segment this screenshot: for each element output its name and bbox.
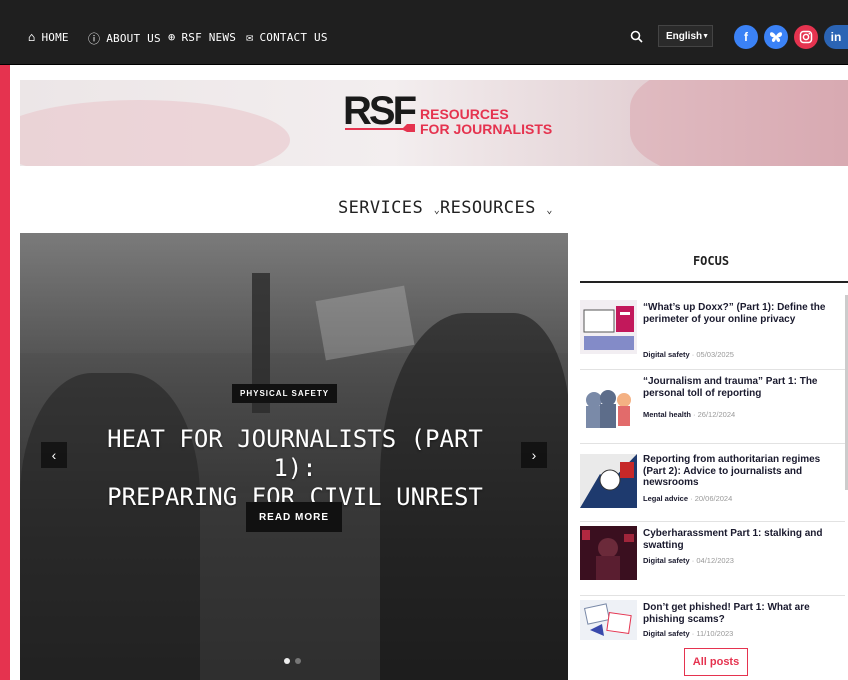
linkedin-glyph: in — [830, 30, 842, 44]
slider-dot-2[interactable] — [295, 658, 301, 664]
hero-title[interactable]: HEAT FOR JOURNALISTS (PART 1): PREPARING… — [80, 425, 510, 512]
focus-post[interactable]: Cyberharassment Part 1: stalking and swa… — [580, 526, 845, 596]
menu-services[interactable]: SERVICES ⌄ — [338, 198, 440, 218]
linkedin-icon[interactable]: in — [824, 25, 848, 49]
menu-resources[interactable]: RESOURCES ⌄ — [440, 198, 553, 218]
nav-contact-label: CONTACT US — [259, 30, 328, 44]
post-thumbnail — [580, 300, 637, 354]
instagram-icon[interactable] — [794, 25, 818, 49]
post-category: Mental health — [643, 410, 691, 419]
nav-home-link[interactable]: ⌂ HOME — [28, 30, 69, 44]
post-date: 04/12/2023 — [696, 556, 734, 565]
focus-title: FOCUS — [692, 254, 730, 268]
menu-resources-label: RESOURCES — [440, 198, 536, 218]
mail-icon: ✉ — [246, 30, 254, 44]
nav-news-link[interactable]: ⊕ RSF NEWS — [168, 30, 236, 44]
focus-post[interactable]: Reporting from authoritarian regimes (Pa… — [580, 452, 845, 522]
post-title: Reporting from authoritarian regimes (Pa… — [643, 454, 821, 488]
hero-category-badge[interactable]: PHYSICAL SAFETY — [232, 384, 338, 403]
slider-dot-1[interactable] — [284, 658, 290, 664]
slider-pagination — [284, 658, 301, 664]
slider-next-button[interactable]: › — [521, 442, 547, 468]
chevron-right-icon: › — [531, 447, 537, 463]
focus-divider — [580, 281, 848, 283]
read-more-button[interactable]: READ MORE — [246, 502, 342, 532]
facebook-glyph: f — [744, 30, 748, 44]
bluesky-icon[interactable] — [764, 25, 788, 49]
nav-about-label: ABOUT US — [106, 32, 161, 45]
post-date: 20/06/2024 — [694, 494, 733, 503]
nav-news-label: RSF NEWS — [181, 30, 237, 44]
home-icon: ⌂ — [28, 30, 36, 44]
top-navigation-bar: ⌂ HOME ⓘ ABOUT US ⊕ RSF NEWS ✉ CONTACT U… — [0, 0, 848, 65]
post-category: Legal advice — [643, 494, 689, 503]
post-thumbnail — [580, 526, 637, 580]
slider-prev-button[interactable]: ‹ — [41, 442, 67, 468]
post-meta: Digital safety · 04/12/2023 — [643, 556, 734, 565]
post-thumbnail — [580, 600, 637, 640]
rsf-logo[interactable]: RSF — [343, 88, 419, 134]
hero-title-line-1: HEAT FOR JOURNALISTS (PART 1): — [107, 425, 483, 482]
search-icon[interactable] — [630, 30, 643, 46]
post-category: Digital safety — [643, 556, 690, 565]
post-category: Digital safety — [643, 629, 690, 638]
nav-contact-link[interactable]: ✉ CONTACT US — [246, 30, 328, 44]
globe-icon: ⊕ — [168, 30, 176, 44]
post-date: 26/12/2024 — [697, 410, 736, 419]
focus-post[interactable]: “What’s up Doxx?” (Part 1): Define the p… — [580, 300, 845, 370]
nav-home-label: HOME — [41, 30, 69, 44]
focus-post[interactable]: “Journalism and trauma” Part 1: The pers… — [580, 374, 845, 444]
post-title: Cyberharassment Part 1: stalking and swa… — [643, 528, 823, 551]
language-select[interactable]: English ▼ — [658, 25, 713, 47]
post-date: 05/03/2025 — [696, 350, 734, 359]
language-select-value: English — [666, 30, 703, 42]
post-title: Don’t get phished! Part 1: What are phis… — [643, 602, 810, 625]
post-title: “Journalism and trauma” Part 1: The pers… — [643, 376, 818, 399]
brand-name: RESOURCES FOR JOURNALISTS — [420, 107, 552, 137]
info-icon: ⓘ — [88, 32, 101, 46]
brand-line-2: FOR JOURNALISTS — [420, 121, 553, 137]
post-category: Digital safety — [643, 350, 690, 359]
facebook-icon[interactable]: f — [734, 25, 758, 49]
post-meta: Mental health · 26/12/2024 — [643, 410, 736, 419]
post-date: 11/10/2023 — [696, 629, 734, 638]
post-title: “What’s up Doxx?” (Part 1): Define the p… — [643, 302, 826, 325]
chevron-left-icon: ‹ — [51, 447, 57, 463]
menu-services-label: SERVICES — [338, 198, 424, 218]
post-thumbnail — [580, 380, 637, 434]
post-meta: Digital safety · 05/03/2025 — [643, 350, 734, 359]
nav-about-link[interactable]: ⓘ ABOUT US — [88, 30, 161, 47]
focus-post[interactable]: Don’t get phished! Part 1: What are phis… — [580, 600, 845, 642]
chevron-down-icon: ▼ — [702, 32, 710, 40]
all-posts-button[interactable]: All posts — [684, 648, 748, 676]
post-meta: Legal advice · 20/06/2024 — [643, 494, 733, 503]
brand-line-1: RESOURCES — [420, 106, 509, 122]
chevron-down-icon: ⌄ — [546, 205, 553, 216]
post-meta: Digital safety · 11/10/2023 — [643, 629, 734, 638]
side-accent-bar — [0, 65, 10, 680]
post-thumbnail — [580, 454, 637, 508]
